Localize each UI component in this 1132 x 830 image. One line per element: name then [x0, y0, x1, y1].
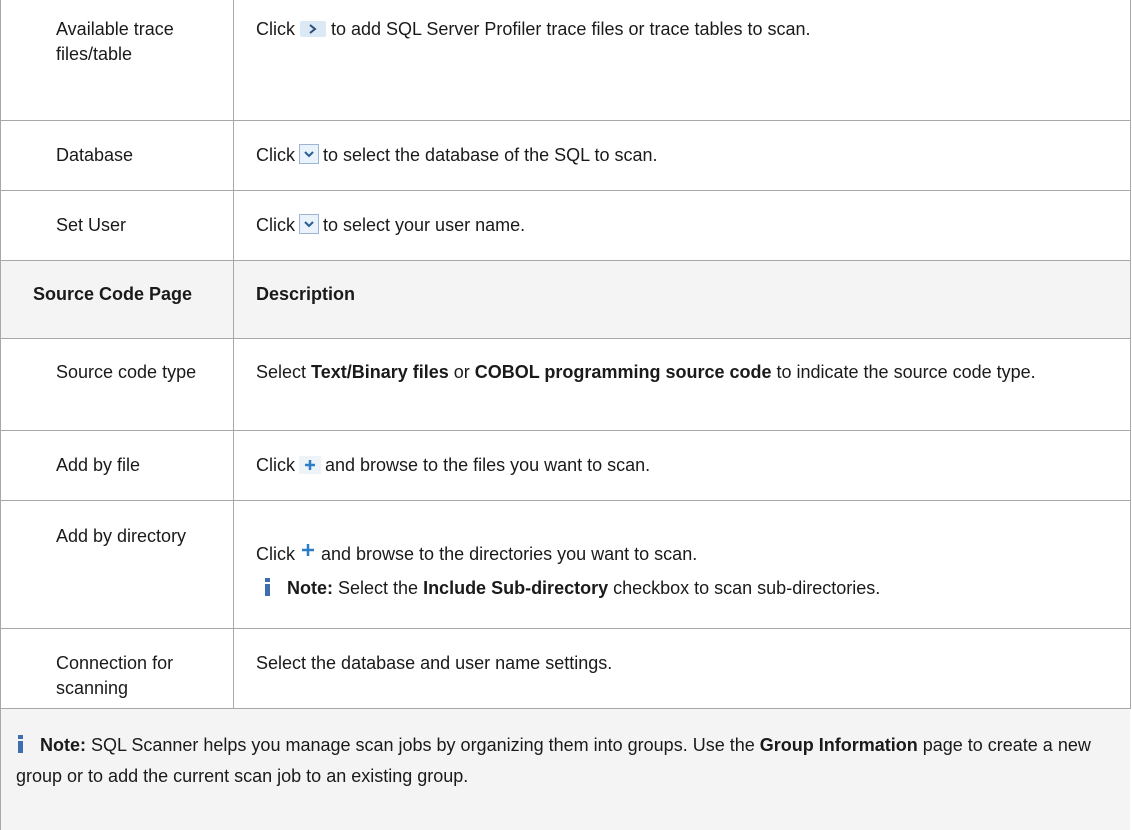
row-desc-available-trace: Click to add SQL Server Profiler trace fi… — [256, 17, 1116, 45]
header-description: Description — [256, 284, 356, 304]
chevron-right-icon — [299, 20, 327, 45]
row-desc-database: Click to select the database of the SQL t… — [256, 143, 1116, 171]
row-label-set-user: Set User — [56, 215, 127, 235]
row-desc-add-by-file: Click and browse to the files you want to… — [256, 453, 1116, 481]
header-source-code-page: Source Code Page — [33, 284, 193, 304]
plus-icon — [299, 540, 317, 565]
row-label-connection: Connection for scanning — [56, 653, 174, 698]
plus-icon — [299, 456, 321, 481]
row-desc-set-user: Click to select your user name. — [256, 213, 1116, 241]
dropdown-arrow-icon — [299, 144, 319, 171]
info-icon — [263, 577, 273, 604]
row-label-source-code-type: Source code type — [56, 362, 197, 382]
dropdown-arrow-icon — [299, 214, 319, 241]
row-label-add-by-directory: Add by directory — [56, 526, 187, 546]
row-desc-connection: Select the database and user name settin… — [256, 653, 613, 673]
row-label-available-trace: Available trace files/table — [56, 19, 174, 64]
row-desc-add-by-directory: Click and browse to the directories you w… — [256, 540, 1116, 567]
footer-note: Note: SQL Scanner helps you manage scan … — [16, 734, 1091, 786]
row-label-database: Database — [56, 145, 134, 165]
note-include-subdirectory: Note: Select the Include Sub-directory c… — [263, 576, 1123, 604]
row-desc-source-code-type: Select Text/Binary files or COBOL progra… — [256, 362, 1036, 382]
row-label-add-by-file: Add by file — [56, 455, 141, 475]
info-icon — [16, 734, 26, 762]
